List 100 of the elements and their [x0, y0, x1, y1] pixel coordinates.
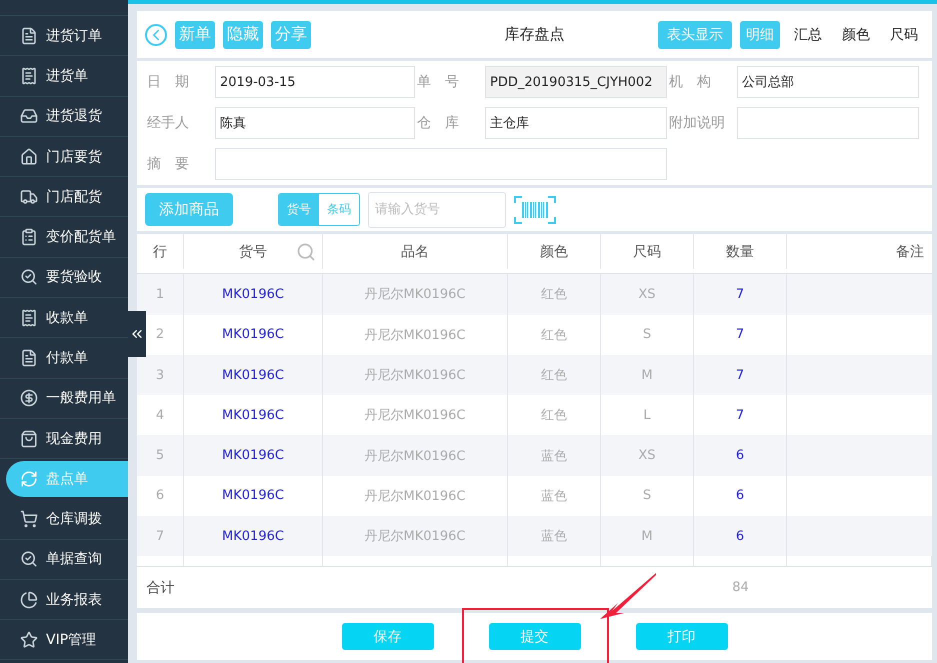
- search-icon[interactable]: [296, 242, 316, 262]
- sidebar-item[interactable]: 门店要货: [0, 136, 128, 178]
- table-cell: XS: [638, 286, 656, 302]
- house-icon: [20, 148, 38, 166]
- table-cell-text: 丹尼尔MK0196C: [364, 448, 466, 465]
- table-cell: MK0196C: [222, 286, 284, 302]
- star-icon: [20, 630, 38, 649]
- field-label: 附加说明: [668, 114, 726, 132]
- table-cell: 1: [156, 286, 164, 302]
- sidebar-item[interactable]: 单据查询: [0, 540, 128, 580]
- table-cell: S: [642, 327, 652, 342]
- total-quantity: 84: [732, 580, 749, 595]
- table-cell: 6: [736, 528, 744, 544]
- sidebar-item[interactable]: 门店配货: [0, 177, 128, 218]
- search-field[interactable]: 请输入货号: [368, 192, 506, 228]
- column-title: 颜色: [540, 242, 568, 260]
- column-title: 数量: [726, 242, 754, 260]
- table-cell-text: 丹尼尔MK0196C: [364, 488, 466, 505]
- clipboard-icon: [20, 228, 38, 246]
- input-field[interactable]: 2019-03-15: [215, 66, 415, 98]
- table-cell: MK0196C: [222, 448, 284, 464]
- table-cell: 2: [156, 327, 164, 342]
- table-cell: XS: [638, 448, 656, 464]
- table-cell: MK0196C: [222, 408, 284, 423]
- sidebar-item[interactable]: 进货订单: [0, 16, 128, 56]
- column-title: 备注: [896, 242, 924, 260]
- table-cell: MK0196C: [222, 488, 284, 504]
- magnifier-icon: [20, 550, 38, 568]
- table-cell-text: 丹尼尔MK0196C: [364, 286, 466, 304]
- table-cell: 7: [736, 408, 744, 423]
- table-cell-text: 红色: [541, 286, 567, 304]
- column-title: 尺码: [633, 242, 661, 260]
- sidebar-item[interactable]: 付款单: [0, 338, 128, 379]
- table-cell-text: 丹尼尔MK0196C: [364, 367, 466, 384]
- table-cell: MK0196C: [222, 327, 284, 342]
- table-cell: 4: [156, 408, 164, 423]
- sidebar-item[interactable]: 业务报表: [0, 580, 128, 620]
- sidebar-item[interactable]: 进货退货: [0, 96, 128, 137]
- document-icon: [20, 26, 38, 45]
- column-title: 行: [153, 242, 167, 260]
- table-cell: 7: [156, 528, 164, 544]
- input-field[interactable]: PDD_20190315_CJYH002: [485, 66, 667, 98]
- table-cell-text: 丹尼尔MK0196C: [364, 407, 466, 424]
- view-tab[interactable]: 颜色: [836, 20, 876, 48]
- field-label: 机 构: [668, 73, 712, 91]
- field-label: 经手人: [146, 114, 190, 132]
- table-cell-text: 丹尼尔MK0196C: [364, 326, 466, 344]
- inbox-icon: [20, 107, 38, 126]
- column-title: 品名: [401, 242, 429, 260]
- column-title: 货号: [239, 242, 267, 260]
- table-cell: 7: [736, 286, 744, 302]
- table-cell-text: 蓝色: [541, 488, 567, 505]
- total-label: 合计: [146, 578, 174, 596]
- field-label: 日 期: [146, 73, 190, 91]
- table-cell: 6: [156, 488, 164, 504]
- table-cell: S: [642, 488, 652, 504]
- coin-icon: [20, 389, 38, 408]
- table-cell: MK0196C: [222, 368, 284, 383]
- table-cell: 7: [736, 368, 744, 383]
- receipt-icon: [20, 308, 38, 327]
- sidebar-item[interactable]: 变价配货单: [0, 217, 128, 258]
- table-cell: MK0196C: [222, 528, 284, 544]
- input-field[interactable]: 陈真: [215, 107, 415, 139]
- sidebar-item[interactable]: 一般费用单: [0, 378, 128, 419]
- table-cell-text: 红色: [541, 367, 567, 384]
- field-label: 单 号: [416, 73, 460, 91]
- collapse-button[interactable]: [128, 311, 146, 357]
- cart-icon: [20, 510, 38, 528]
- pie-chart-icon: [20, 590, 38, 608]
- back-icon[interactable]: [145, 24, 167, 46]
- input-field[interactable]: [737, 107, 919, 139]
- input-field[interactable]: 主仓库: [485, 107, 667, 139]
- document-icon: [20, 349, 38, 368]
- input-field[interactable]: [215, 148, 667, 180]
- view-tab[interactable]: 汇总: [788, 20, 828, 48]
- field-label: 摘 要: [146, 155, 190, 173]
- table-cell-text: 蓝色: [541, 448, 567, 465]
- sidebar-item[interactable]: 进货单: [0, 56, 128, 97]
- sidebar-item[interactable]: 现金费用: [0, 418, 128, 460]
- sidebar-item[interactable]: 仓库调拨: [0, 499, 128, 540]
- page-title: 库存盘点: [504, 25, 564, 44]
- sidebar-item[interactable]: 要货验收: [0, 258, 128, 298]
- input-field[interactable]: 公司总部: [737, 66, 919, 98]
- table-cell-text: 蓝色: [541, 528, 567, 546]
- table-cell: M: [641, 528, 653, 544]
- table-cell: 7: [736, 327, 744, 342]
- bag-icon: [20, 430, 38, 448]
- table-cell: 3: [156, 368, 164, 383]
- view-tab[interactable]: 尺码: [884, 20, 924, 48]
- receipt-icon: [20, 66, 38, 85]
- barcode-scan-icon[interactable]: [514, 196, 556, 224]
- refresh-icon: [20, 470, 38, 488]
- table-cell-text: 红色: [541, 326, 567, 344]
- table-cell: 6: [736, 448, 744, 464]
- table-cell-text: 丹尼尔MK0196C: [364, 528, 466, 546]
- table-cell: 5: [156, 448, 164, 464]
- sidebar-item[interactable]: VIP管理: [0, 620, 128, 660]
- truck-icon: [20, 188, 38, 206]
- field-label: 仓 库: [416, 114, 460, 132]
- table-cell: 6: [736, 488, 744, 504]
